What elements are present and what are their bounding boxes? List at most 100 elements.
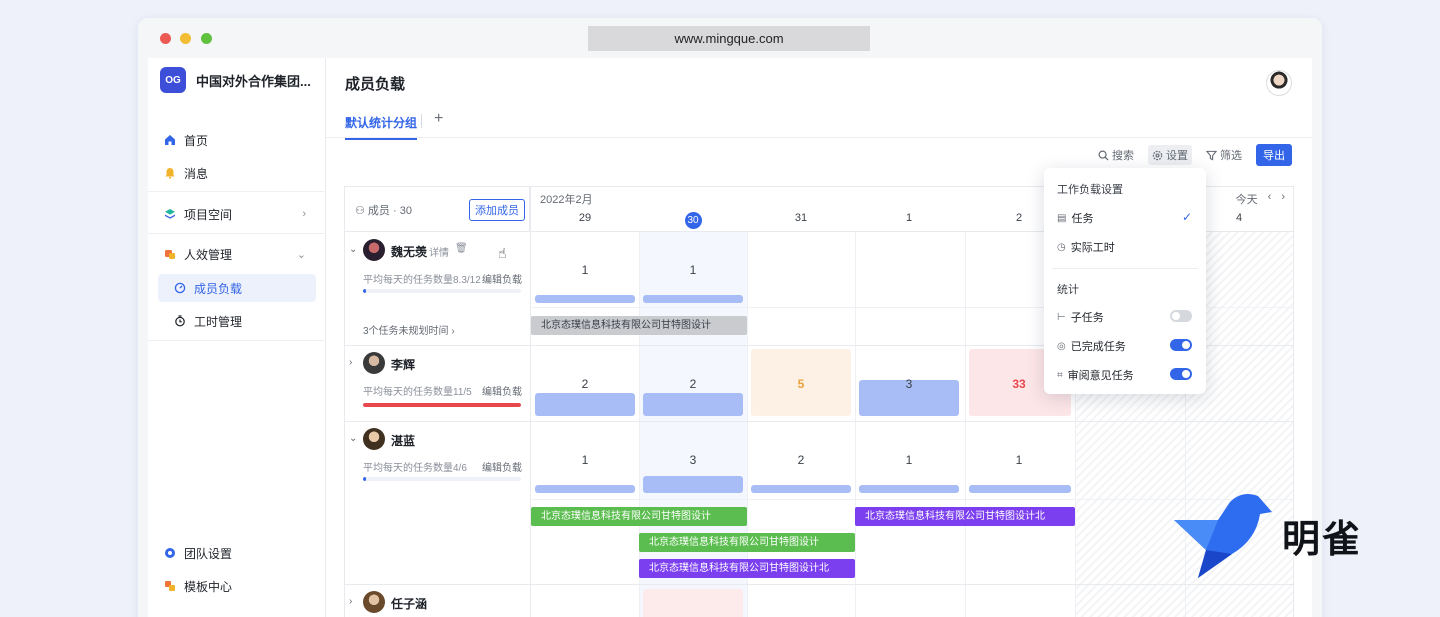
- toggle-knob: [1182, 341, 1190, 349]
- check-icon: ✓: [1181, 210, 1192, 224]
- filter-button[interactable]: 筛选: [1202, 145, 1246, 165]
- home-icon: [165, 135, 175, 145]
- org-switcher[interactable]: OG 中国对外合作集团...: [160, 67, 311, 93]
- sidebar-item-label: 首页: [184, 133, 209, 148]
- member-count-text: 成员 · 30: [367, 205, 412, 217]
- task-bar[interactable]: 北京态璞信息科技有限公司甘特图设计北: [855, 507, 1075, 526]
- expand-chevron-icon[interactable]: ›: [349, 596, 352, 607]
- layers-icon: [165, 209, 175, 219]
- workload-bar: [643, 295, 743, 303]
- search-button[interactable]: 搜索: [1094, 145, 1138, 165]
- workload-bar: [535, 295, 635, 303]
- add-member-button[interactable]: 添加成员: [469, 199, 525, 221]
- edit-load-button[interactable]: 编辑负载: [482, 459, 522, 474]
- timer-icon: [175, 315, 185, 327]
- collapse-chevron-icon[interactable]: ⌄: [349, 244, 357, 255]
- day-count: 1: [581, 263, 589, 277]
- workload-bar: [535, 485, 635, 493]
- chevron-left-icon[interactable]: ‹: [1268, 191, 1272, 207]
- maximize-window-dot[interactable]: [201, 33, 212, 44]
- close-window-dot[interactable]: [160, 33, 171, 44]
- user-avatar[interactable]: [1266, 70, 1292, 96]
- option-hours-label: 实际工时: [1070, 242, 1115, 254]
- brand-logo: 明雀: [1172, 490, 1362, 580]
- day-count: 3: [905, 377, 913, 391]
- sidebar-item-label: 人效管理: [184, 247, 233, 262]
- brand-name: 明雀: [1282, 518, 1363, 561]
- sidebar-item-home[interactable]: 首页: [158, 126, 316, 154]
- member-row-lihui: › 李辉 平均每天的任务数量11/5 编辑负载: [345, 345, 530, 421]
- address-bar[interactable]: www.mingque.com: [588, 26, 870, 51]
- subtask-icon: ⊢: [1057, 311, 1066, 323]
- detail-link[interactable]: 详情: [429, 244, 449, 259]
- task-bar[interactable]: 北京态璞信息科技有限公司甘特图设计: [531, 316, 747, 335]
- people-icon: [165, 250, 175, 259]
- toggle-knob: [1182, 370, 1190, 378]
- column-divider: [855, 232, 856, 617]
- completed-toggle[interactable]: [1170, 339, 1192, 351]
- expand-chevron-icon[interactable]: ›: [349, 357, 352, 368]
- date-navigation: 今天 ‹ ›: [1236, 191, 1285, 207]
- day-header: 31: [794, 212, 808, 224]
- option-actual-hours[interactable]: ◷ 实际工时: [1057, 239, 1115, 255]
- sidebar-item-efficiency[interactable]: 人效管理 ⌄: [158, 240, 316, 268]
- browser-titlebar: www.mingque.com: [138, 18, 1322, 58]
- chevron-right-icon[interactable]: ›: [1281, 191, 1285, 207]
- sidebar-item-projects[interactable]: 项目空间 ›: [158, 200, 316, 228]
- unplanned-tasks-text: 3个任务未规划时间: [363, 326, 449, 337]
- member-average: 平均每天的任务数量8.3/12: [363, 275, 481, 286]
- workload-block: [643, 393, 743, 416]
- load-bar: [363, 477, 521, 481]
- settings-button[interactable]: 设置: [1148, 145, 1192, 165]
- org-name: 中国对外合作集团...: [196, 73, 311, 89]
- popup-divider: [1052, 268, 1198, 269]
- load-bar-fill: [363, 289, 367, 293]
- task-bar[interactable]: 北京态璞信息科技有限公司甘特图设计北: [639, 559, 855, 578]
- task-bar[interactable]: 北京态璞信息科技有限公司甘特图设计: [531, 507, 747, 526]
- member-name: 李辉: [391, 358, 416, 372]
- workload-bar: [969, 485, 1071, 493]
- edit-load-button[interactable]: 编辑负载: [482, 271, 522, 286]
- add-tab-button[interactable]: +: [434, 110, 443, 128]
- hand-cursor-icon: ☝: [498, 245, 507, 261]
- sidebar-item-templates[interactable]: 模板中心: [158, 572, 316, 600]
- workload-block: [535, 393, 635, 416]
- avatar: [363, 428, 385, 450]
- trash-icon[interactable]: 🗑: [455, 243, 468, 254]
- today-button[interactable]: 今天: [1236, 191, 1258, 207]
- member-name: 任子涵: [391, 597, 428, 611]
- filter-label: 筛选: [1220, 150, 1242, 162]
- sidebar-item-team-settings[interactable]: 团队设置: [158, 539, 316, 567]
- sidebar: OG 中国对外合作集团... 首页 消息 项目空间 › 人效管理 ⌄ 成员负载 …: [148, 58, 326, 617]
- export-button[interactable]: 导出: [1256, 144, 1292, 166]
- sidebar-item-member-load[interactable]: 成员负载: [158, 274, 316, 302]
- sidebar-item-label: 成员负载: [194, 281, 243, 296]
- gear-icon: [1152, 150, 1163, 160]
- sidebar-item-label: 团队设置: [184, 546, 233, 561]
- sidebar-divider: [148, 191, 326, 192]
- subtask-toggle[interactable]: [1170, 310, 1192, 322]
- sidebar-item-messages[interactable]: 消息: [158, 159, 316, 187]
- sidebar-item-label: 项目空间: [184, 207, 233, 222]
- avatar: [363, 352, 385, 374]
- day-count: 2: [581, 377, 589, 391]
- workload-block-overload: [643, 589, 743, 617]
- minimize-window-dot[interactable]: [180, 33, 191, 44]
- sidebar-item-hours[interactable]: 工时管理: [158, 307, 316, 335]
- load-bar-fill: [363, 403, 521, 407]
- load-bar-fill: [363, 477, 367, 481]
- sidebar-item-label: 工时管理: [194, 314, 243, 329]
- edit-load-button[interactable]: 编辑负载: [482, 383, 522, 398]
- day-count: 1: [689, 263, 697, 277]
- header-divider: [326, 137, 1312, 138]
- collapse-chevron-icon[interactable]: ⌄: [349, 433, 357, 444]
- day-count: 2: [689, 377, 697, 391]
- task-bar[interactable]: 北京态璞信息科技有限公司甘特图设计: [639, 533, 855, 552]
- member-row-zhanlan: ⌄ 湛蓝 平均每天的任务数量4/6 编辑负载: [345, 421, 530, 584]
- member-count: ⚇ 成员 · 30: [355, 202, 412, 218]
- person-icon: ⚇: [355, 205, 368, 217]
- stats-title: 统计: [1057, 284, 1079, 296]
- option-task[interactable]: ▤ 任务: [1057, 210, 1093, 226]
- unplanned-tasks-link[interactable]: 3个任务未规划时间 ›: [363, 322, 455, 337]
- review-toggle[interactable]: [1170, 368, 1192, 380]
